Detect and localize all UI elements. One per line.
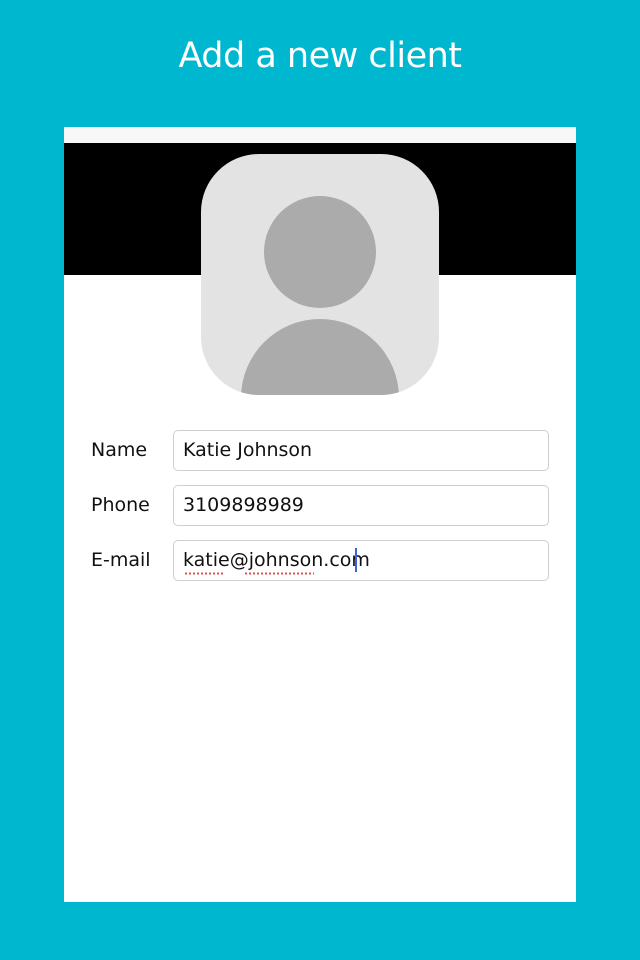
- phone-row: Phone 3109898989: [64, 485, 576, 526]
- person-placeholder-icon-body: [241, 319, 399, 395]
- name-value: Katie Johnson: [183, 439, 313, 461]
- email-field[interactable]: katie@johnson.com: [173, 540, 549, 581]
- email-value: katie@johnson.com: [183, 549, 370, 571]
- avatar-picker[interactable]: [201, 154, 439, 395]
- spellcheck-underline: [244, 572, 314, 575]
- email-label: E-mail: [91, 549, 151, 571]
- phone-field[interactable]: 3109898989: [173, 485, 549, 526]
- phone-label: Phone: [91, 494, 150, 516]
- phone-value: 3109898989: [183, 494, 304, 516]
- name-label: Name: [91, 439, 148, 461]
- name-field[interactable]: Katie Johnson: [173, 430, 549, 471]
- client-card: Name Katie Johnson Phone 3109898989 E-ma…: [64, 127, 576, 902]
- name-row: Name Katie Johnson: [64, 430, 576, 471]
- page-title: Add a new client: [178, 36, 462, 76]
- person-placeholder-icon-head: [264, 196, 376, 308]
- text-cursor: [355, 548, 357, 572]
- card-top-strip: [64, 127, 576, 143]
- spellcheck-underline: [184, 572, 224, 575]
- email-row: E-mail katie@johnson.com: [64, 540, 576, 581]
